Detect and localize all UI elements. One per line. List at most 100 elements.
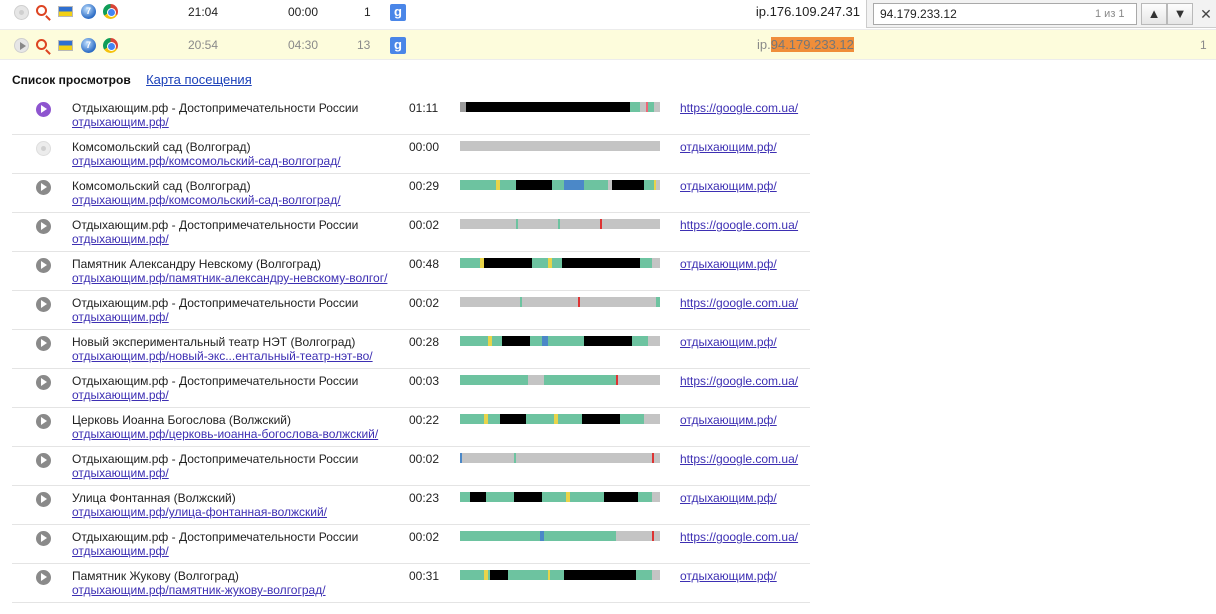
- play-visit-icon[interactable]: [14, 38, 29, 53]
- activity-segment: [648, 336, 660, 346]
- play-pageview-icon[interactable]: [36, 570, 51, 585]
- activity-segment: [654, 531, 660, 541]
- activity-segment: [570, 492, 604, 502]
- pageview-url[interactable]: отдыхающим.рф/комсомольский-сад-волгогра…: [72, 193, 341, 207]
- play-pageview-icon[interactable]: [36, 258, 51, 273]
- activity-segment: [604, 492, 638, 502]
- pageview-duration: 00:03: [409, 374, 440, 388]
- pageview-referrer[interactable]: https://google.com.ua/: [680, 374, 798, 388]
- pageview-url[interactable]: отдыхающим.рф/: [72, 544, 169, 558]
- pageview-referrer[interactable]: https://google.com.ua/: [680, 530, 798, 544]
- magnifier-icon[interactable]: [36, 5, 47, 16]
- pageview-url[interactable]: отдыхающим.рф/: [72, 232, 169, 246]
- pageview-referrer[interactable]: https://google.com.ua/: [680, 296, 798, 310]
- pageview-url[interactable]: отдыхающим.рф/: [72, 115, 169, 129]
- play-pageview-icon[interactable]: [36, 492, 51, 507]
- pageview-row: Комсомольский сад (Волгоград) отдыхающим.…: [12, 135, 810, 174]
- pageview-title: Отдыхающим.рф - Достопримечательности Ро…: [72, 374, 359, 388]
- pageview-referrer[interactable]: отдыхающим.рф/: [680, 257, 777, 271]
- play-pageview-icon[interactable]: [36, 375, 51, 390]
- pageview-referrer[interactable]: отдыхающим.рф/: [680, 335, 777, 349]
- find-prev-button[interactable]: ▲: [1141, 3, 1167, 25]
- activity-segment: [516, 180, 552, 190]
- play-pageview-icon[interactable]: [36, 180, 51, 195]
- pageview-url[interactable]: отдыхающим.рф/новый-экс...ентальный-теат…: [72, 349, 373, 363]
- activity-bar: [460, 570, 660, 580]
- visit-count: 1: [1200, 38, 1207, 52]
- find-next-button[interactable]: ▼: [1167, 3, 1193, 25]
- google-g-icon[interactable]: g: [390, 37, 406, 54]
- activity-bar: [460, 258, 660, 268]
- play-pageview-icon[interactable]: [36, 336, 51, 351]
- activity-segment: [460, 297, 520, 307]
- pageview-title: Церковь Иоанна Богослова (Волжский): [72, 413, 291, 427]
- pageview-url[interactable]: отдыхающим.рф/: [72, 310, 169, 324]
- pageview-url[interactable]: отдыхающим.рф/: [72, 466, 169, 480]
- visit-map-link[interactable]: Карта посещения: [146, 72, 252, 87]
- pageview-referrer[interactable]: отдыхающим.рф/: [680, 569, 777, 583]
- pageview-url[interactable]: отдыхающим.рф/памятник-александру-невско…: [72, 271, 387, 285]
- play-pageview-icon[interactable]: [36, 531, 51, 546]
- ip-text: ip.: [757, 37, 771, 52]
- activity-segment: [618, 375, 660, 385]
- pageview-referrer[interactable]: https://google.com.ua/: [680, 101, 798, 115]
- pageview-url[interactable]: отдыхающим.рф/церковь-иоанна-богослова-в…: [72, 427, 378, 441]
- visit-time: 20:54: [188, 38, 219, 52]
- activity-segment: [518, 219, 558, 229]
- pageview-url[interactable]: отдыхающим.рф/: [72, 388, 169, 402]
- pageview-url[interactable]: отдыхающим.рф/комсомольский-сад-волгогра…: [72, 154, 341, 168]
- pageview-row: Отдыхающим.рф - Достопримечательности Ро…: [12, 525, 810, 564]
- activity-segment: [654, 453, 660, 463]
- play-pageview-icon[interactable]: [36, 414, 51, 429]
- activity-bar: [460, 531, 660, 541]
- google-g-icon[interactable]: g: [390, 4, 406, 21]
- pageview-row: Памятник Александру Невскому (Волгоград)…: [12, 252, 810, 291]
- find-bar: 1 из 1 ▲ ▼ ✕: [866, 0, 1216, 28]
- chrome-icon: [103, 38, 118, 53]
- activity-segment: [528, 375, 544, 385]
- pageview-referrer[interactable]: https://google.com.ua/: [680, 452, 798, 466]
- visit-duration: 04:30: [288, 38, 319, 52]
- visit-views: 13: [357, 38, 371, 52]
- pageview-url[interactable]: отдыхающим.рф/улица-фонтанная-волжский/: [72, 505, 327, 519]
- activity-segment: [632, 336, 648, 346]
- pageview-referrer[interactable]: отдыхающим.рф/: [680, 491, 777, 505]
- activity-segment: [552, 258, 562, 268]
- activity-segment: [620, 414, 644, 424]
- visit-ip: ip.176.109.247.31: [756, 0, 860, 30]
- activity-bar: [460, 297, 660, 307]
- ip-text: ip.176.109.247.31: [755, 4, 860, 19]
- play-pageview-icon[interactable]: [36, 453, 51, 468]
- visit-row-highlighted[interactable]: 7 20:54 04:30 13 g ip.94.179.233.12 1: [0, 30, 1216, 60]
- activity-bar: [460, 180, 660, 190]
- pageview-list: Отдыхающим.рф - Достопримечательности Ро…: [12, 96, 810, 603]
- activity-segment: [460, 531, 540, 541]
- play-pageview-icon[interactable]: [36, 141, 51, 156]
- play-visit-icon[interactable]: [14, 5, 29, 20]
- pageview-row: Отдыхающим.рф - Достопримечательности Ро…: [12, 447, 810, 486]
- visit-time: 21:04: [188, 5, 219, 19]
- activity-segment: [630, 102, 640, 112]
- pageview-url[interactable]: отдыхающим.рф/памятник-жукову-волгоград/: [72, 583, 326, 597]
- pageview-referrer[interactable]: отдыхающим.рф/: [680, 140, 777, 154]
- pageview-title: Новый экспериментальный театр НЭТ (Волго…: [72, 335, 356, 349]
- pageview-title: Улица Фонтанная (Волжский): [72, 491, 236, 505]
- pageview-referrer[interactable]: отдыхающим.рф/: [680, 413, 777, 427]
- magnifier-icon[interactable]: [36, 39, 47, 50]
- pageview-row: Памятник Жукову (Волгоград) отдыхающим.рф…: [12, 564, 810, 603]
- play-pageview-icon[interactable]: [36, 102, 51, 117]
- play-pageview-icon[interactable]: [36, 219, 51, 234]
- visit-ip: ip.94.179.233.12: [757, 30, 854, 60]
- activity-segment: [656, 180, 660, 190]
- pageview-title: Памятник Александру Невскому (Волгоград): [72, 257, 321, 271]
- pageview-referrer[interactable]: https://google.com.ua/: [680, 218, 798, 232]
- pageview-duration: 01:11: [409, 101, 439, 115]
- activity-segment: [550, 570, 564, 580]
- pageview-referrer[interactable]: отдыхающим.рф/: [680, 179, 777, 193]
- pageview-title: Комсомольский сад (Волгоград): [72, 140, 251, 154]
- find-close-icon[interactable]: ✕: [1197, 3, 1215, 25]
- pageview-row: Новый экспериментальный театр НЭТ (Волго…: [12, 330, 810, 369]
- play-pageview-icon[interactable]: [36, 297, 51, 312]
- pageview-row: Отдыхающим.рф - Достопримечательности Ро…: [12, 213, 810, 252]
- activity-segment: [544, 375, 616, 385]
